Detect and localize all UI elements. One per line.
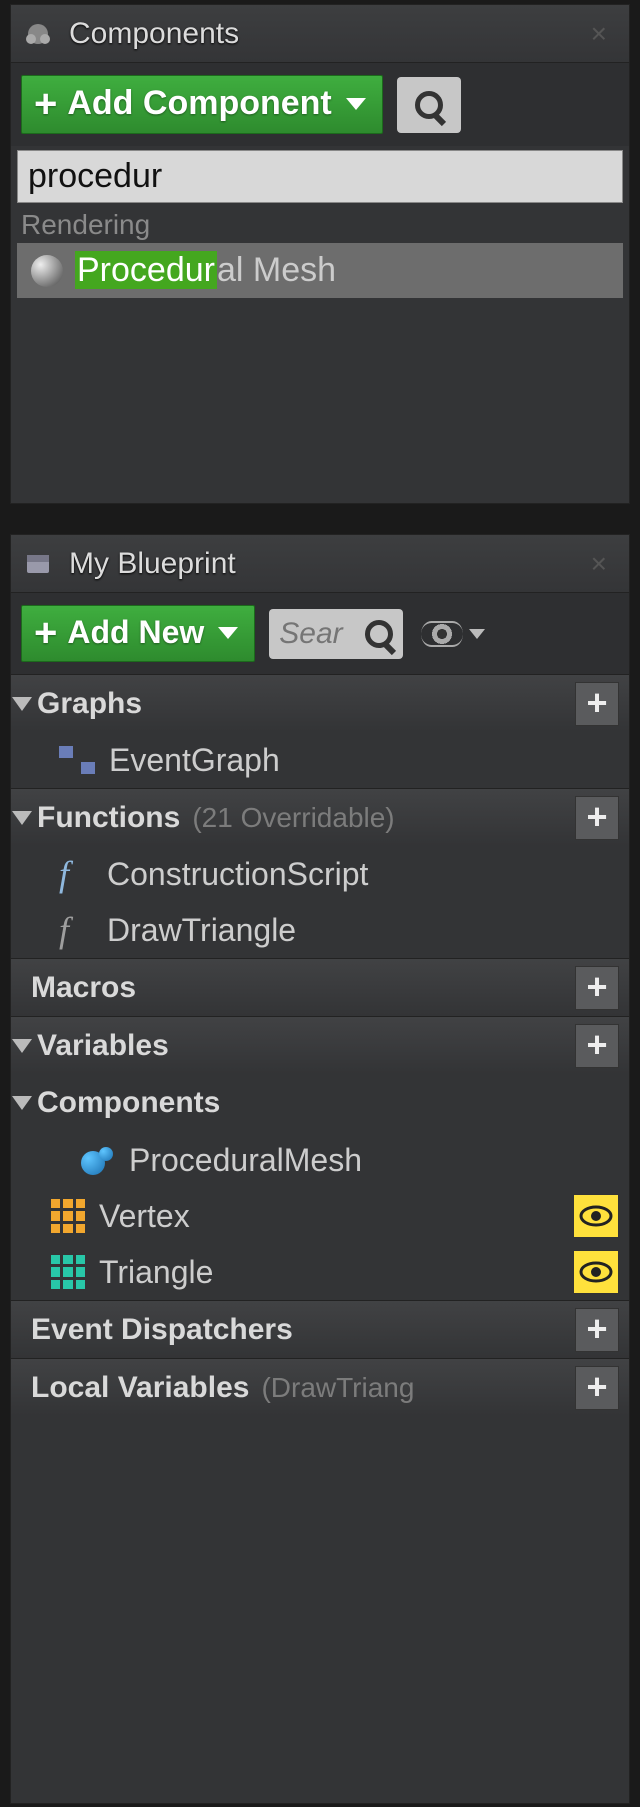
components-tab-title: Components [69, 17, 239, 51]
add-component-label: Add Component [67, 84, 331, 123]
highlight-text: Procedur [75, 251, 217, 289]
add-variable-button[interactable]: + [575, 1024, 619, 1068]
section-label: Local Variables [31, 1371, 249, 1405]
add-function-button[interactable]: + [575, 796, 619, 840]
item-label: ProceduralMesh [129, 1142, 362, 1179]
section-label: Functions [37, 801, 180, 835]
add-dispatcher-button[interactable]: + [575, 1308, 619, 1352]
blueprint-toolbar: + Add New [11, 593, 629, 674]
eventgraph-icon [59, 746, 95, 774]
blueprint-search-input[interactable] [279, 617, 359, 651]
add-macro-button[interactable]: + [575, 966, 619, 1010]
section-label: Event Dispatchers [31, 1313, 293, 1347]
expand-icon [12, 1096, 32, 1110]
item-label: ConstructionScript [107, 856, 368, 893]
add-component-button[interactable]: + Add Component [21, 75, 383, 134]
function-item-drawtriangle[interactable]: f DrawTriangle [11, 902, 629, 958]
close-icon[interactable]: × [581, 18, 617, 50]
section-macros[interactable]: Macros + [11, 958, 629, 1016]
section-variables[interactable]: Variables + [11, 1016, 629, 1074]
component-search-input[interactable] [17, 150, 623, 203]
item-label: DrawTriangle [107, 912, 296, 949]
section-graphs[interactable]: Graphs + [11, 674, 629, 732]
eye-icon [579, 1261, 613, 1283]
visibility-toggle[interactable] [573, 1250, 619, 1294]
dropdown-caret-icon [346, 98, 366, 110]
item-label: EventGraph [109, 742, 280, 779]
section-label: Macros [31, 971, 136, 1005]
blueprint-tab-header: My Blueprint × [11, 535, 629, 593]
add-graph-button[interactable]: + [575, 682, 619, 726]
dropdown-item-name: Procedural Mesh [75, 251, 336, 290]
section-functions[interactable]: Functions (21 Overridable) + [11, 788, 629, 846]
visibility-toggle[interactable] [573, 1194, 619, 1238]
components-tab-header: Components × [11, 5, 629, 63]
search-button[interactable] [397, 77, 461, 133]
add-new-button[interactable]: + Add New [21, 605, 255, 662]
node-icon [81, 1145, 115, 1175]
dropdown-caret-icon [469, 629, 485, 639]
components-tab-icon [23, 19, 53, 49]
visibility-filter-button[interactable] [417, 615, 489, 653]
var-item-vertex[interactable]: Vertex [11, 1188, 629, 1244]
search-icon [415, 91, 443, 119]
blueprint-tab-icon [23, 549, 53, 579]
dropdown-item-procedural-mesh[interactable]: Procedural Mesh [17, 243, 623, 298]
eye-icon [579, 1205, 613, 1227]
expand-icon [12, 1039, 32, 1053]
section-label: Graphs [37, 687, 142, 721]
section-var-components[interactable]: Components [11, 1074, 629, 1132]
expand-icon [12, 697, 32, 711]
expand-icon [12, 811, 32, 825]
add-local-variable-button[interactable]: + [575, 1366, 619, 1410]
components-toolbar: + Add Component [11, 63, 629, 146]
dropdown-category: Rendering [17, 203, 623, 243]
var-item-proceduralmesh[interactable]: ProceduralMesh [11, 1132, 629, 1188]
blueprint-tab-title: My Blueprint [69, 547, 236, 581]
mesh-icon [31, 255, 63, 287]
section-sublabel: (21 Overridable) [192, 802, 394, 834]
section-local-variables[interactable]: Local Variables (DrawTriang + [11, 1358, 629, 1416]
rest-text: al Mesh [217, 251, 336, 289]
item-label: Vertex [99, 1198, 190, 1235]
eye-icon [421, 621, 463, 647]
components-panel: Components × + Add Component Rendering P… [10, 4, 630, 504]
item-label: Triangle [99, 1254, 213, 1291]
search-icon [365, 620, 393, 648]
plus-icon: + [34, 88, 57, 120]
my-blueprint-panel: My Blueprint × + Add New Graphs + EventG… [10, 534, 630, 1804]
section-event-dispatchers[interactable]: Event Dispatchers + [11, 1300, 629, 1358]
plus-icon: + [34, 617, 57, 649]
components-dropdown: Rendering Procedural Mesh [11, 146, 629, 306]
function-icon: f [59, 853, 93, 895]
section-label: Variables [37, 1029, 169, 1063]
add-new-label: Add New [67, 614, 204, 651]
section-sublabel: (DrawTriang [261, 1372, 414, 1404]
section-label: Components [37, 1086, 220, 1120]
graph-item-eventgraph[interactable]: EventGraph [11, 732, 629, 788]
dropdown-caret-icon [218, 627, 238, 639]
function-item-constructionscript[interactable]: f ConstructionScript [11, 846, 629, 902]
array-icon [51, 1199, 85, 1233]
function-icon: f [59, 909, 93, 951]
blueprint-search[interactable] [269, 609, 403, 659]
close-icon[interactable]: × [581, 548, 617, 580]
array-icon [51, 1255, 85, 1289]
var-item-triangle[interactable]: Triangle [11, 1244, 629, 1300]
